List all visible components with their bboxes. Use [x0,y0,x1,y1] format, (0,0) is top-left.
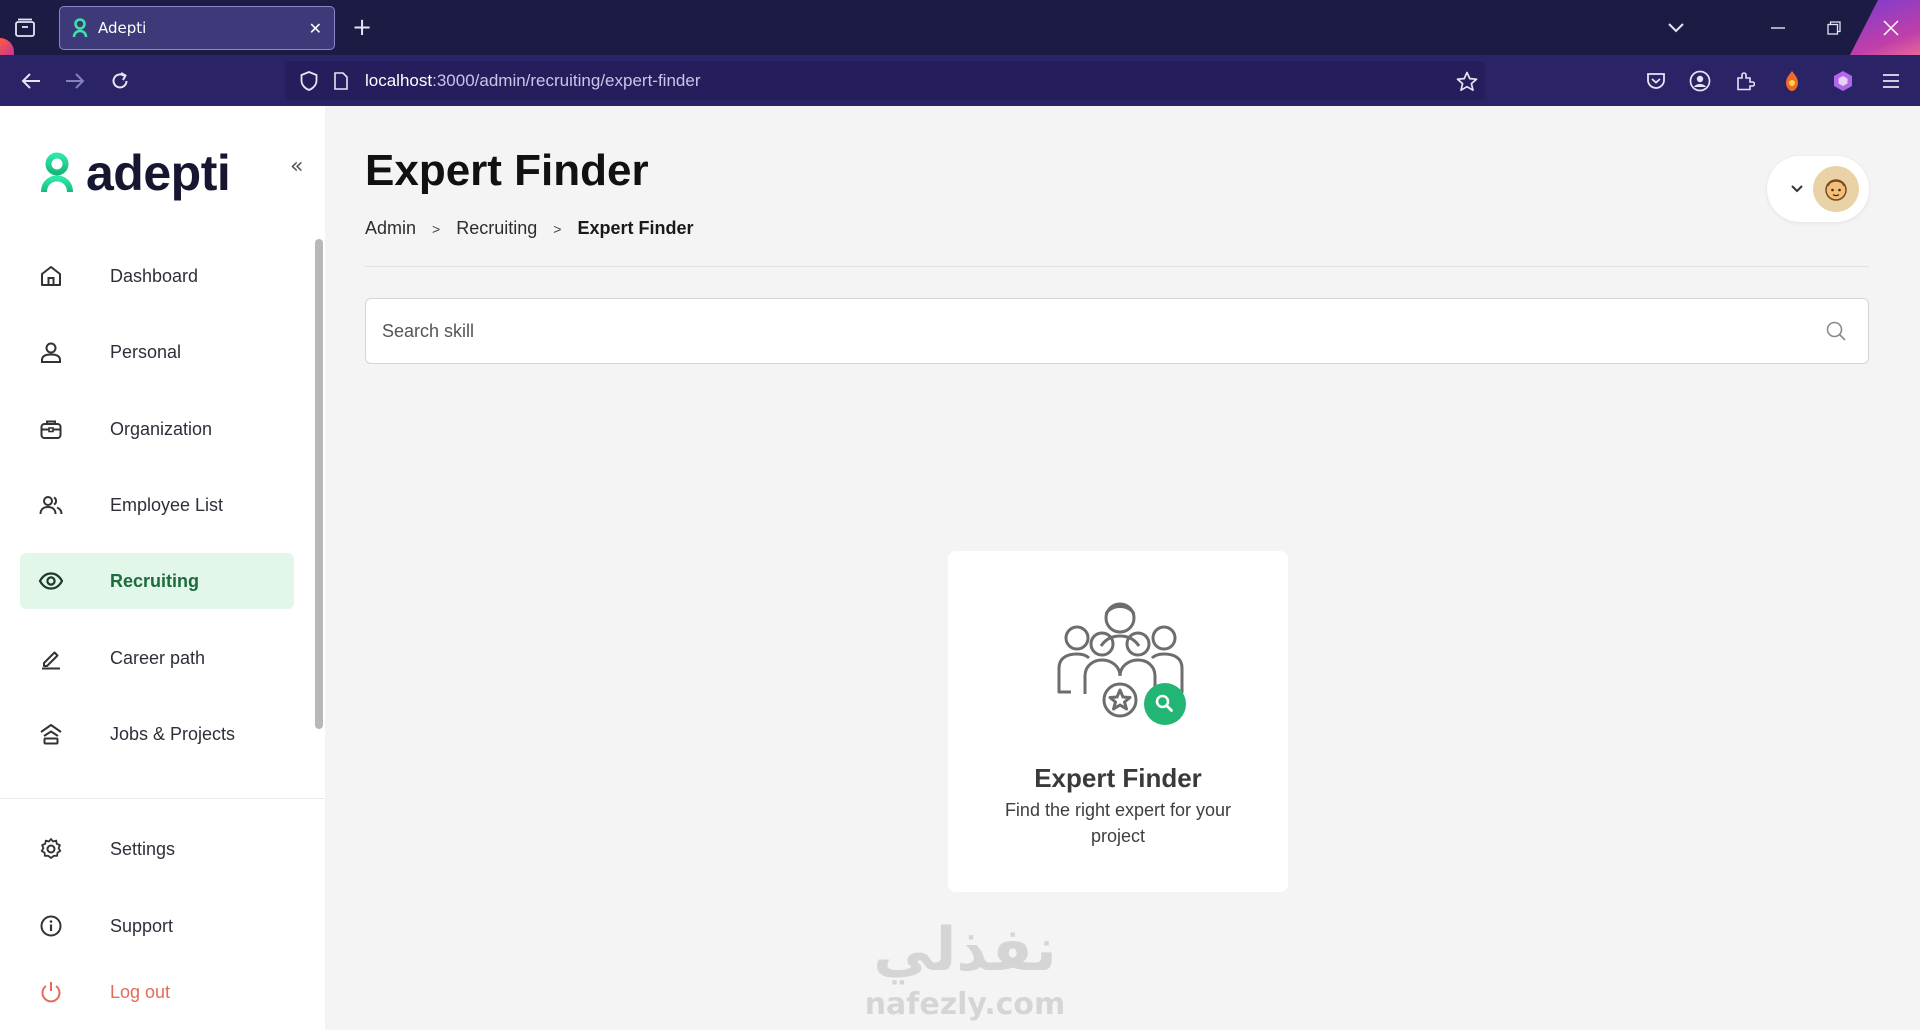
tab-overview-icon[interactable] [12,16,38,40]
page-title: Expert Finder [365,146,649,195]
app-menu-icon[interactable] [1878,68,1904,94]
sidebar-item-jobs-projects[interactable]: Jobs & Projects [20,706,294,762]
pen-icon [42,651,60,670]
url-text[interactable]: localhost:3000/admin/recruiting/expert-f… [365,71,700,91]
watermark: نفذلي nafezly.com [850,915,1080,1025]
sidebar: adepti « Dashboard Personal Organization… [0,106,325,1030]
url-path: :3000/admin/recruiting/expert-finder [432,71,701,90]
account-icon[interactable] [1687,68,1713,94]
sidebar-item-label: Recruiting [110,570,200,591]
info-icon [40,915,62,937]
main-content: Expert Finder Admin > Recruiting > Exper… [325,106,1920,1030]
extensions-icon[interactable] [1732,68,1758,94]
pocket-icon[interactable] [1643,68,1669,94]
sidebar-item-label: Employee List [110,494,224,515]
sidebar-item-label: Log out [110,981,171,1002]
empty-state-description: Find the right expert for your project [1004,800,1232,846]
avatar-face-icon [1825,179,1847,201]
watermark-arabic-text: نفذلي [873,915,1057,985]
user-menu-button[interactable] [1767,156,1869,222]
breadcrumb: Admin > Recruiting > Expert Finder [365,218,693,239]
browser-tab-adepti[interactable]: Adepti ✕ [59,6,335,50]
close-window-icon[interactable] [1879,16,1903,40]
users-icon [39,496,63,515]
search-bar [365,298,1869,364]
user-icon [41,342,61,363]
sidebar-item-label: Support [110,915,174,936]
sidebar-scrollbar[interactable] [315,239,323,729]
sidebar-item-label: Dashboard [110,265,199,286]
breadcrumb-item-recruiting[interactable]: Recruiting [456,218,537,239]
chevron-down-icon [1791,185,1803,193]
header-divider [365,266,1869,267]
empty-state-card: Expert Finder Find the right expert for … [948,551,1288,892]
forward-icon[interactable] [62,68,88,94]
briefcase-icon [40,420,62,439]
sidebar-item-settings[interactable]: Settings [20,821,294,877]
chevron-right-icon: > [432,220,441,237]
sidebar-item-career-path[interactable]: Career path [20,630,294,686]
minimize-window-icon[interactable] [1766,16,1790,40]
tracking-shield-icon[interactable] [297,69,321,93]
browser-nav-bar: localhost:3000/admin/recruiting/expert-f… [0,55,1920,106]
gear-icon [40,838,62,859]
search-skill-input[interactable] [382,299,1782,363]
sidebar-item-label: Organization [110,418,213,439]
sidebar-item-support[interactable]: Support [20,898,294,954]
adepti-favicon-icon [72,18,88,38]
power-icon [41,982,61,1003]
restore-window-icon[interactable] [1822,16,1846,40]
sidebar-item-organization[interactable]: Organization [20,401,294,457]
sidebar-item-recruiting[interactable]: Recruiting [20,553,294,609]
address-bar[interactable]: localhost:3000/admin/recruiting/expert-f… [285,61,1485,100]
bookmark-star-icon[interactable] [1455,69,1479,93]
page-info-icon[interactable] [331,69,351,93]
back-icon[interactable] [18,68,44,94]
tab-bar-accent [0,38,14,55]
sidebar-item-label: Personal [110,341,182,362]
extension-hexagon-icon[interactable] [1830,68,1856,94]
home-icon [41,266,61,286]
list-tabs-icon[interactable] [1664,16,1688,40]
new-tab-icon[interactable]: + [350,13,374,41]
sidebar-divider [0,798,325,799]
collapse-sidebar-icon[interactable]: « [290,154,303,179]
reload-icon[interactable] [107,68,133,94]
adepti-logo-icon [41,152,73,193]
url-host: localhost [365,71,433,90]
close-tab-icon[interactable]: ✕ [309,19,322,38]
tab-title: Adepti [98,19,147,37]
logo-text: adepti [86,145,231,201]
sidebar-item-personal[interactable]: Personal [20,324,294,380]
jobs-icon [40,724,62,745]
sidebar-item-label: Settings [110,838,176,859]
expert-team-icon [1057,602,1186,725]
sidebar-item-label: Career path [110,647,206,668]
breadcrumb-item-admin[interactable]: Admin [365,218,416,239]
eye-icon [38,572,64,590]
sidebar-item-logout[interactable]: Log out [20,964,294,1020]
search-icon[interactable] [1824,319,1848,343]
chevron-right-icon: > [553,220,562,237]
browser-tab-bar: Adepti ✕ + [0,0,1920,55]
sidebar-item-label: Jobs & Projects [110,723,236,744]
logo[interactable]: adepti [40,144,231,202]
sidebar-item-employee-list[interactable]: Employee List [20,477,294,533]
watermark-latin-text: nafezly.com [864,987,1066,1022]
sidebar-item-dashboard[interactable]: Dashboard [20,248,294,304]
empty-state-title: Expert Finder [1034,763,1202,793]
extension-orange-icon[interactable] [1779,68,1805,94]
avatar[interactable] [1813,166,1859,212]
breadcrumb-item-current: Expert Finder [577,218,694,238]
